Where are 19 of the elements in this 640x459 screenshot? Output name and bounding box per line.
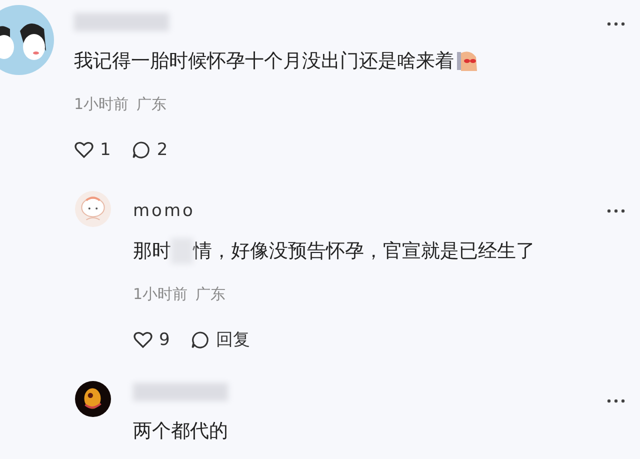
avatar-icon[interactable]	[0, 5, 54, 75]
heart-icon	[133, 330, 153, 350]
comment-time: 1小时前	[74, 94, 129, 115]
comment-text: 情，好像没预告怀孕，官宣就是已经生了	[193, 239, 535, 264]
reply-button[interactable]: 2	[130, 138, 168, 163]
comment-text: 我记得一胎时候怀孕十个月没出门还是啥来着	[74, 49, 454, 74]
avatar-icon[interactable]	[75, 381, 111, 417]
comment-text: 那时	[133, 239, 171, 264]
reply-button[interactable]: 回复	[190, 328, 250, 353]
username[interactable]: momo	[133, 201, 640, 221]
comment-icon	[130, 140, 151, 160]
comment-region: 广东	[136, 94, 167, 115]
comment-icon	[190, 330, 210, 350]
comment-region: 广东	[196, 284, 226, 305]
heart-icon	[74, 140, 94, 160]
like-button[interactable]: 9	[133, 328, 170, 353]
like-button[interactable]: 1	[74, 138, 111, 163]
comment-text: 两个都代的	[133, 419, 228, 444]
comment-time: 1小时前	[133, 284, 188, 305]
